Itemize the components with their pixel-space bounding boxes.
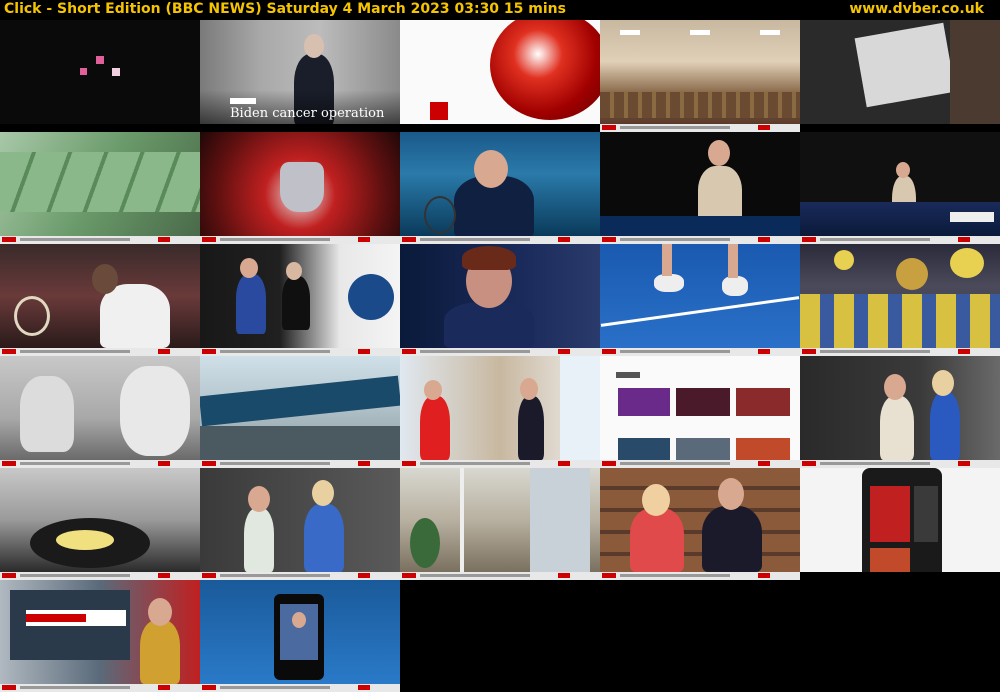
frame-thumbnail[interactable] (0, 468, 200, 580)
frame-thumbnail[interactable]: Biden cancer operation (200, 20, 400, 132)
frame-thumbnail[interactable] (0, 132, 200, 244)
site-link[interactable]: www.dvber.co.uk (849, 1, 984, 17)
frame-thumbnail[interactable] (600, 356, 800, 468)
frame-thumbnail[interactable] (800, 132, 1000, 244)
frame-thumbnail[interactable] (0, 356, 200, 468)
thumbnail-grid: Biden cancer operation (0, 20, 1000, 692)
programme-title: Click - Short Edition (BBC NEWS) Saturda… (4, 1, 566, 17)
frame-thumbnail[interactable] (400, 244, 600, 356)
frame-thumbnail[interactable] (600, 132, 800, 244)
frame-thumbnail[interactable] (0, 580, 200, 692)
header-bar: Click - Short Edition (BBC NEWS) Saturda… (0, 0, 1000, 20)
frame-thumbnail[interactable] (800, 468, 1000, 580)
frame-thumbnail[interactable] (0, 244, 200, 356)
frame-thumbnail[interactable] (200, 580, 400, 692)
frame-thumbnail[interactable] (200, 468, 400, 580)
frame-thumbnail[interactable] (800, 356, 1000, 468)
frame-thumbnail[interactable] (200, 244, 400, 356)
frame-thumbnail[interactable] (400, 132, 600, 244)
frame-thumbnail[interactable] (600, 20, 800, 132)
frame-thumbnail[interactable] (400, 468, 600, 580)
frame-thumbnail[interactable] (600, 468, 800, 580)
frame-thumbnail[interactable] (600, 244, 800, 356)
frame-thumbnail[interactable] (200, 356, 400, 468)
frame-thumbnail[interactable] (400, 356, 600, 468)
frame-thumbnail[interactable] (0, 20, 200, 132)
frame-thumbnail[interactable] (200, 132, 400, 244)
frame-caption: Biden cancer operation (230, 106, 385, 121)
frame-thumbnail[interactable] (800, 20, 1000, 132)
frame-thumbnail[interactable] (400, 20, 600, 132)
frame-thumbnail[interactable] (800, 244, 1000, 356)
